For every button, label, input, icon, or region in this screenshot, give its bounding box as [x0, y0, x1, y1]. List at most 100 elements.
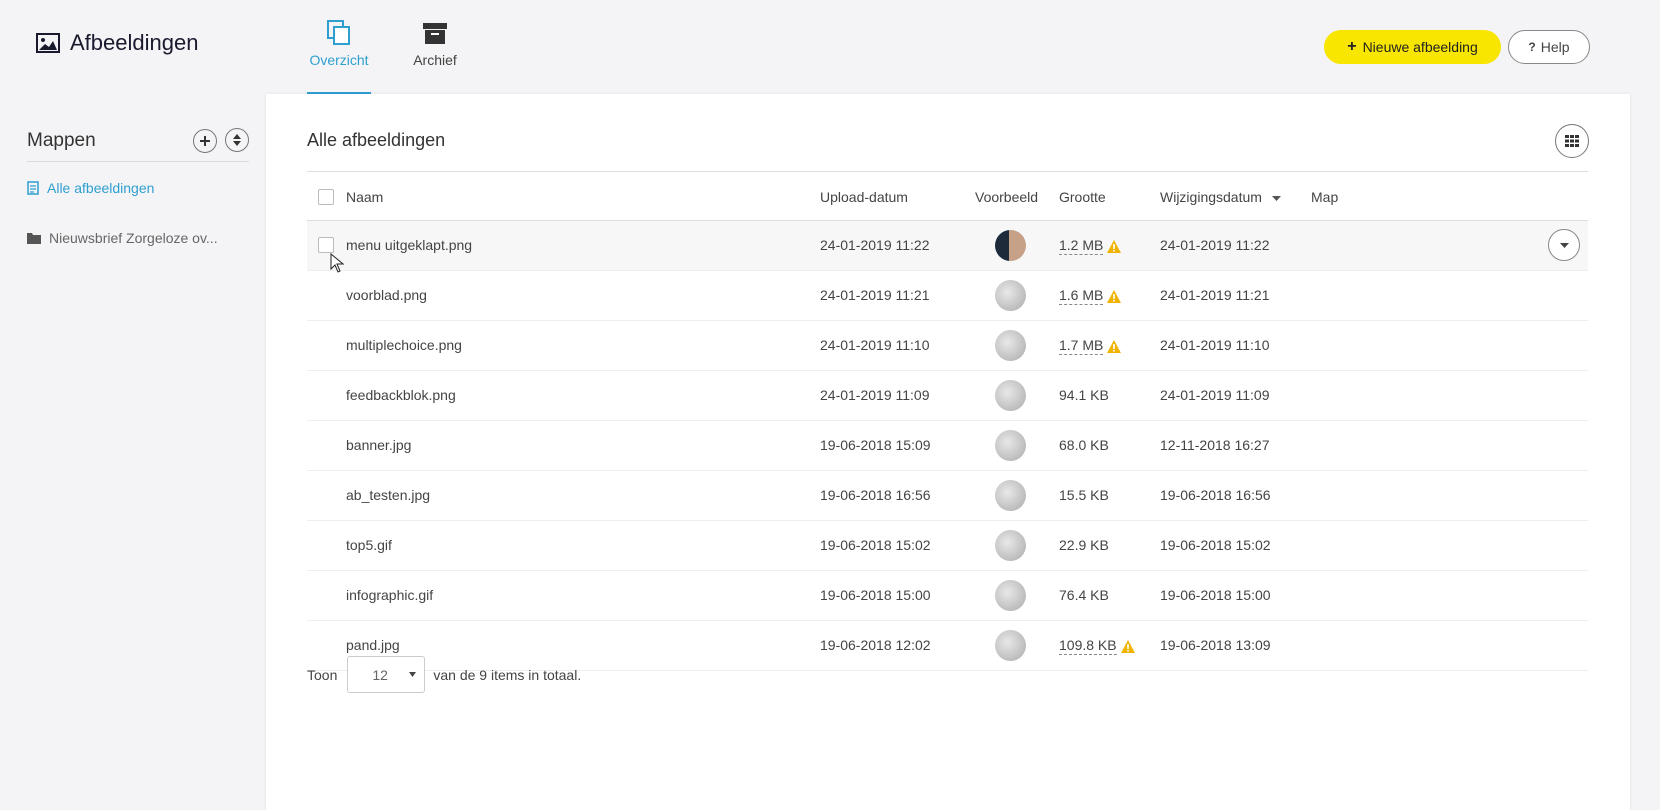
upload-date: 24-01-2019 11:10: [820, 337, 930, 353]
tab-overzicht-label: Overzicht: [309, 52, 369, 68]
add-folder-button[interactable]: [192, 129, 217, 153]
row-actions-button[interactable]: [1548, 229, 1580, 261]
page-size-select[interactable]: 12: [347, 656, 426, 693]
file-size-value: 1.6 MB: [1059, 287, 1104, 305]
file-size[interactable]: 109.8 KB: [1059, 637, 1135, 655]
file-size-value: 109.8 KB: [1059, 637, 1117, 655]
column-name[interactable]: Naam: [346, 189, 383, 205]
column-size[interactable]: Grootte: [1059, 189, 1106, 205]
image-icon: [36, 33, 60, 53]
caret-down-icon: [409, 672, 417, 677]
preview-thumbnail[interactable]: [995, 330, 1026, 361]
file-size: 15.5 KB: [1059, 487, 1109, 503]
top-bar: Afbeeldingen Overzicht Archief + Nieuwe …: [0, 0, 1660, 94]
new-image-button[interactable]: + Nieuwe afbeelding: [1324, 30, 1501, 64]
app-title: Afbeeldingen: [36, 30, 198, 56]
preview-thumbnail[interactable]: [995, 630, 1026, 661]
table-row[interactable]: menu uitgeklapt.png 24-01-2019 11:22 1.2 M…: [307, 221, 1588, 271]
modified-date: 19-06-2018 15:00: [1160, 587, 1271, 603]
file-size[interactable]: 1.6 MB: [1059, 287, 1122, 305]
tab-archief-label: Archief: [413, 52, 457, 68]
upload-date: 19-06-2018 15:00: [820, 587, 931, 603]
column-folder[interactable]: Map: [1311, 189, 1338, 205]
copy-icon: [327, 20, 350, 45]
file-name[interactable]: top5.gif: [346, 537, 392, 553]
file-size-value: 1.7 MB: [1059, 337, 1104, 355]
table-body: menu uitgeklapt.png 24-01-2019 11:22 1.2 M…: [307, 221, 1588, 671]
grid-view-button[interactable]: [1555, 124, 1589, 158]
file-name[interactable]: feedbackblok.png: [346, 387, 456, 403]
sort-folders-button[interactable]: [225, 128, 249, 152]
new-image-label: Nieuwe afbeelding: [1362, 39, 1478, 55]
file-size-value: 1.2 MB: [1059, 237, 1104, 255]
select-all-checkbox[interactable]: [318, 189, 334, 205]
show-label: Toon: [307, 666, 338, 683]
file-name[interactable]: ab_testen.jpg: [346, 487, 430, 503]
tab-archief[interactable]: Archief: [403, 20, 467, 94]
row-checkbox[interactable]: [318, 237, 334, 253]
file-size[interactable]: 1.7 MB: [1059, 337, 1122, 355]
modified-date: 24-01-2019 11:21: [1160, 287, 1270, 303]
help-button[interactable]: ? Help: [1508, 30, 1590, 64]
folders-header: Mappen: [27, 120, 249, 162]
tab-overzicht[interactable]: Overzicht: [307, 20, 371, 94]
table-row[interactable]: ab_testen.jpg 19-06-2018 16:56 15.5 KB 19-0…: [307, 471, 1588, 521]
sidebar-item-label: Alle afbeeldingen: [47, 180, 155, 196]
warning-icon: [1107, 239, 1122, 253]
upload-date: 24-01-2019 11:22: [820, 237, 930, 253]
warning-icon: [1107, 289, 1122, 303]
file-name[interactable]: infographic.gif: [346, 587, 433, 603]
plus-icon: +: [1347, 38, 1357, 55]
modified-date: 24-01-2019 11:10: [1160, 337, 1270, 353]
modified-date: 24-01-2019 11:22: [1160, 237, 1270, 253]
file-size: 22.9 KB: [1059, 537, 1109, 553]
table-row[interactable]: voorblad.png 24-01-2019 11:21 1.6 MB 24-01-…: [307, 271, 1588, 321]
column-preview: Voorbeeld: [975, 189, 1039, 205]
folders-title: Mappen: [27, 129, 96, 151]
preview-thumbnail[interactable]: [995, 280, 1026, 311]
column-modified-label: Wijzigingsdatum: [1160, 189, 1262, 205]
plus-icon: [199, 136, 210, 146]
mouse-cursor-icon: [330, 253, 344, 273]
modified-date: 12-11-2018 16:27: [1160, 437, 1270, 453]
column-upload-date[interactable]: Upload-datum: [820, 189, 908, 205]
upload-date: 19-06-2018 12:02: [820, 637, 931, 653]
upload-date: 24-01-2019 11:21: [820, 287, 930, 303]
file-name[interactable]: pand.jpg: [346, 637, 400, 653]
sidebar-item-newsletter-folder[interactable]: Nieuwsbrief Zorgeloze ov...: [27, 228, 249, 248]
folder-icon: [27, 233, 41, 244]
preview-thumbnail[interactable]: [995, 380, 1026, 411]
preview-thumbnail[interactable]: [995, 480, 1026, 511]
sort-icon: [233, 134, 241, 146]
sidebar-item-all-images[interactable]: Alle afbeeldingen: [27, 178, 249, 198]
total-items-text: van de 9 items in totaal.: [433, 666, 582, 683]
column-modified[interactable]: Wijzigingsdatum: [1160, 189, 1281, 205]
folders-sidebar: Mappen Alle afbeeldingen Nieuwsbrief Zor…: [27, 120, 249, 248]
preview-thumbnail[interactable]: [995, 430, 1026, 461]
file-size: 68.0 KB: [1059, 437, 1109, 453]
preview-thumbnail[interactable]: [995, 530, 1026, 561]
file-name[interactable]: menu uitgeklapt.png: [346, 237, 472, 253]
preview-thumbnail[interactable]: [995, 580, 1026, 611]
table-row[interactable]: banner.jpg 19-06-2018 15:09 68.0 KB 12-11-2…: [307, 421, 1588, 471]
file-size[interactable]: 1.2 MB: [1059, 237, 1122, 255]
table-row[interactable]: multiplechoice.png 24-01-2019 11:10 1.7 MB…: [307, 321, 1588, 371]
chevron-down-icon: [1559, 242, 1569, 248]
sort-desc-icon: [1271, 195, 1281, 201]
table-row[interactable]: top5.gif 19-06-2018 15:02 22.9 KB 19-06-201…: [307, 521, 1588, 571]
upload-date: 19-06-2018 15:02: [820, 537, 931, 553]
sidebar-item-label: Nieuwsbrief Zorgeloze ov...: [49, 230, 218, 246]
table-row[interactable]: feedbackblok.png 24-01-2019 11:09 94.1 KB 2…: [307, 371, 1588, 421]
table-header: Naam Upload-datum Voorbeeld Grootte Wijz…: [307, 171, 1588, 221]
warning-icon: [1107, 339, 1122, 353]
file-name[interactable]: voorblad.png: [346, 287, 427, 303]
modified-date: 24-01-2019 11:09: [1160, 387, 1270, 403]
page-size-value: 12: [372, 666, 388, 683]
file-name[interactable]: banner.jpg: [346, 437, 411, 453]
document-icon: [27, 181, 39, 195]
preview-thumbnail[interactable]: [995, 230, 1026, 261]
app-title-text: Afbeeldingen: [70, 30, 199, 55]
warning-icon: [1120, 639, 1135, 653]
file-name[interactable]: multiplechoice.png: [346, 337, 462, 353]
table-row[interactable]: infographic.gif 19-06-2018 15:00 76.4 KB 19…: [307, 571, 1588, 621]
